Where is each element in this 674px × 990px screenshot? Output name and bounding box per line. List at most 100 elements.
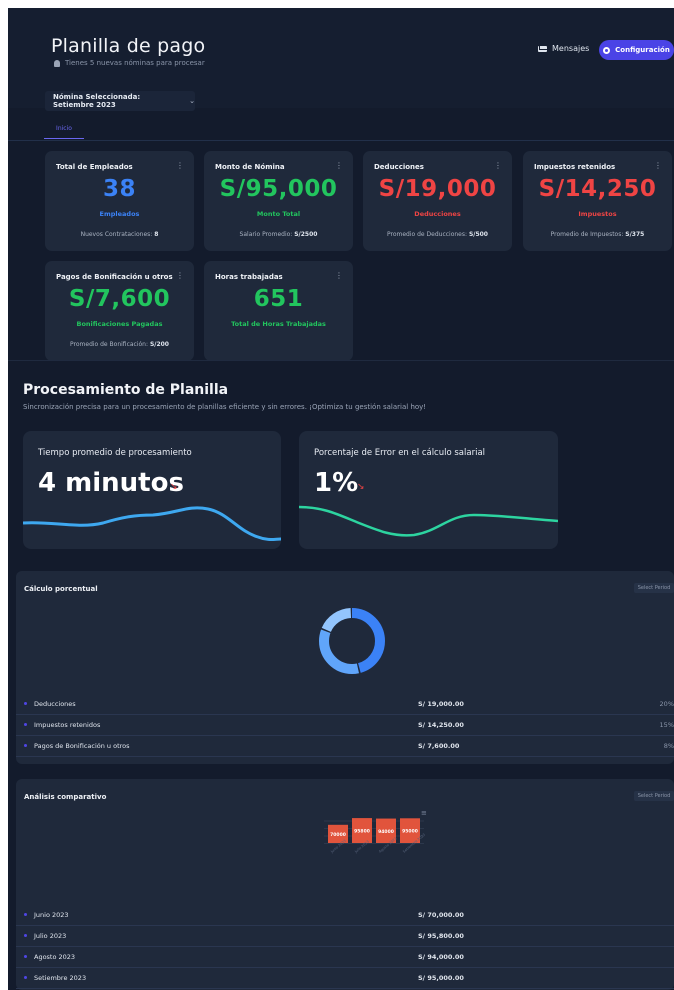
percent-section: Cálculo porcentual Select Period Deducci… [16, 571, 674, 764]
row-percent: 20% [659, 700, 674, 708]
card-value: S/14,250 [538, 176, 657, 202]
gear-icon [603, 46, 611, 54]
table-row: Deducciones S/ 19,000.00 20% [16, 694, 674, 715]
card-footer-value: S/375 [625, 231, 645, 238]
card-footer-label: Promedio de Deducciones: [387, 231, 468, 238]
row-percent: 8% [663, 742, 674, 750]
row-label: Pagos de Bonificación u otros [34, 742, 130, 750]
bar-chart: ≡70000Junio 202395800Julio 202394000Agos… [324, 809, 427, 854]
bar-data-label: 94000 [378, 829, 394, 835]
card-footer-label: Promedio de Bonificación: [70, 341, 149, 348]
notification-line: Tienes 5 nuevas nóminas para procesar [54, 59, 205, 67]
card-value: S/7,600 [68, 286, 171, 312]
stat-card: Total de Empleados ⋮ 38 Empleados Nuevos Con… [45, 151, 194, 251]
card-value: S/19,000 [378, 176, 497, 202]
more-options-icon[interactable]: ⋮ [654, 161, 662, 170]
row-amount: S/ 14,250.00 [418, 721, 464, 729]
page-title: Planilla de pago [51, 35, 206, 57]
tab-inicio[interactable]: Inicio [44, 125, 84, 139]
messages-label: Mensajes [552, 44, 590, 53]
stat-card: Deducciones ⋮ S/19,000 Deducciones Promedio … [363, 151, 512, 251]
percent-section-title: Cálculo porcentual [24, 585, 98, 593]
row-amount: S/ 95,000.00 [418, 974, 464, 982]
row-amount: S/ 95,800.00 [418, 932, 464, 940]
nomina-selector[interactable]: Nómina Seleccionada: Setiembre 2023 ⌄ [45, 91, 195, 111]
envelope-icon [538, 45, 548, 52]
stat-card: Impuestos retenidos ⋮ S/14,250 Impuestos Pro… [523, 151, 672, 251]
row-amount: S/ 19,000.00 [418, 700, 464, 708]
stat-card: Horas trabajadas ⋮ 651 Total de Horas Traba… [204, 261, 353, 361]
card-footer-value: S/2500 [294, 231, 318, 238]
card-footer: Promedio de Impuestos: S/375 [523, 231, 672, 238]
card-footer-value: S/500 [468, 231, 488, 238]
card-unit: Monto Total [256, 210, 301, 218]
row-label: Setiembre 2023 [34, 974, 87, 982]
metric-value: 4 minutos [38, 468, 184, 498]
card-footer: Salario Promedio: S/2500 [204, 231, 353, 238]
bullet-icon [24, 744, 27, 747]
divider [8, 360, 674, 361]
card-title: Deducciones [374, 163, 424, 171]
more-options-icon[interactable]: ⋮ [176, 271, 184, 280]
comparative-section: Análisis comparativo Select Period ≡ 7000… [16, 779, 674, 990]
table-row: Setiembre 2023 S/ 95,000.00 [16, 968, 674, 989]
card-unit: Total de Horas Trabajadas [231, 320, 326, 328]
bullet-icon [24, 913, 27, 916]
metric-card-error-rate: Porcentaje de Error en el cálculo salari… [299, 431, 558, 549]
card-footer-label: Nuevos Contrataciones: [80, 231, 153, 238]
metric-card-processing-time: Tiempo promedio de procesamiento 4 minut… [23, 431, 281, 549]
chart-menu-icon[interactable]: ≡ [421, 809, 427, 817]
card-unit: Impuestos [578, 210, 617, 218]
messages-button[interactable]: Mensajes [538, 44, 589, 53]
tab-bar: Inicio [8, 117, 674, 141]
bar-data-label: 95800 [354, 829, 370, 835]
bar-data-label: 95000 [402, 829, 418, 835]
select-period-button[interactable]: Select Period [634, 791, 674, 801]
card-footer-value: S/200 [149, 341, 169, 348]
table-row: Agosto 2023 S/ 94,000.00 [16, 947, 674, 968]
card-footer: Nuevos Contrataciones: 8 [45, 231, 194, 238]
card-footer-value: 8 [154, 231, 159, 238]
configuration-label: Configuración [615, 46, 670, 54]
stat-card: Monto de Nómina ⋮ S/95,000 Monto Total Salar… [204, 151, 353, 251]
nomina-selector-label: Nómina Seleccionada: Setiembre 2023 [53, 93, 141, 109]
row-label: Deducciones [34, 700, 76, 708]
chevron-down-icon: ⌄ [189, 97, 195, 105]
row-label: Junio 2023 [34, 911, 69, 919]
bullet-icon [24, 723, 27, 726]
card-value: 38 [102, 176, 136, 202]
card-footer: Promedio de Deducciones: S/500 [363, 231, 512, 238]
comparative-section-title: Análisis comparativo [24, 793, 107, 801]
more-options-icon[interactable]: ⋮ [494, 161, 502, 170]
bell-icon [54, 59, 60, 67]
metric-value: 1% [314, 468, 359, 498]
row-label: Impuestos retenidos [34, 721, 101, 729]
bullet-icon [24, 976, 27, 979]
trend-down-icon: ↘ [170, 482, 178, 492]
card-title: Horas trabajadas [215, 273, 283, 281]
card-title: Pagos de Bonificación u otros [56, 273, 173, 281]
notification-text: Tienes 5 nuevas nóminas para procesar [65, 59, 205, 67]
row-amount: S/ 70,000.00 [418, 911, 464, 919]
select-period-button[interactable]: Select Period [634, 583, 674, 593]
bullet-icon [24, 702, 27, 705]
more-options-icon[interactable]: ⋮ [335, 271, 343, 280]
card-footer-label: Promedio de Impuestos: [550, 231, 624, 238]
card-footer-label: Salario Promedio: [239, 231, 293, 238]
card-title: Total de Empleados [56, 163, 133, 171]
row-label: Agosto 2023 [34, 953, 76, 961]
stat-card: Pagos de Bonificación u otros ⋮ S/7,600 Bon… [45, 261, 194, 361]
metric-title: Tiempo promedio de procesamiento [38, 448, 192, 458]
row-label: Julio 2023 [34, 932, 67, 940]
more-options-icon[interactable]: ⋮ [335, 161, 343, 170]
card-unit: Deducciones [414, 210, 461, 218]
bullet-icon [24, 934, 27, 937]
processing-subtitle: Sincronización precisa para un procesami… [23, 403, 427, 411]
card-value: S/95,000 [219, 176, 338, 202]
processing-title: Procesamiento de Planilla [23, 382, 229, 398]
more-options-icon[interactable]: ⋮ [176, 161, 184, 170]
donut-chart [319, 608, 385, 674]
card-value: 651 [253, 286, 304, 312]
row-percent: 15% [659, 721, 674, 729]
configuration-button[interactable]: Configuración [599, 40, 674, 60]
